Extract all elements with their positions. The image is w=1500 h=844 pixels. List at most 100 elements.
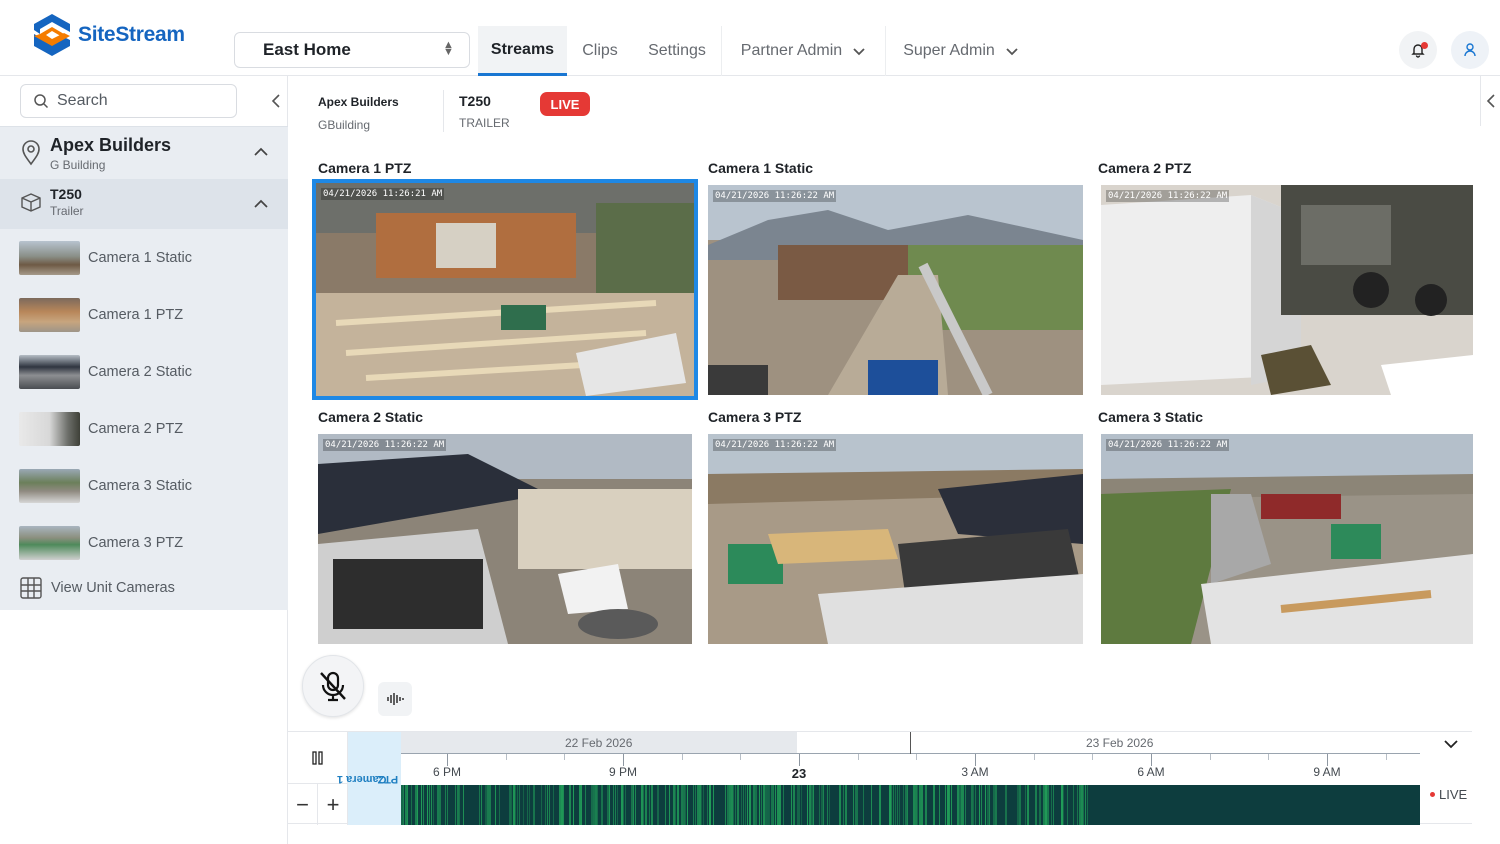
timeline-activity-stripe bbox=[1005, 785, 1007, 825]
tree-unit-sub: Trailer bbox=[50, 204, 84, 218]
chevron-up-icon[interactable] bbox=[253, 147, 269, 157]
zoom-in-button[interactable]: + bbox=[318, 784, 348, 825]
timeline-activity-stripe bbox=[975, 785, 976, 825]
timeline-activity-stripe bbox=[685, 785, 686, 825]
search-input[interactable]: Search bbox=[20, 84, 237, 118]
camera-tile-title: Camera 2 Static bbox=[318, 409, 424, 425]
mute-microphone-button[interactable] bbox=[302, 655, 364, 717]
tree-site-sub: G Building bbox=[50, 158, 106, 172]
timeline-activity-stripe bbox=[709, 785, 711, 825]
camera-timestamp: 04/21/2026 11:26:21 AM bbox=[321, 188, 445, 200]
timeline-activity-stripe bbox=[677, 785, 679, 825]
timeline-activity-stripe bbox=[1019, 785, 1021, 825]
camera-tile-camera-3-ptz[interactable]: 04/21/2026 11:26:22 AM bbox=[708, 434, 1083, 644]
camera-tile-title: Camera 2 PTZ bbox=[1098, 160, 1192, 176]
timeline-activity-stripe bbox=[549, 785, 550, 825]
search-icon bbox=[34, 94, 49, 109]
zoom-out-button[interactable]: − bbox=[288, 784, 318, 825]
timeline-tick bbox=[1268, 754, 1269, 760]
camera-thumbnail bbox=[19, 525, 80, 560]
tree-unit-name: T250 bbox=[50, 186, 82, 202]
timeline-activity-stripe bbox=[569, 785, 571, 825]
camera-thumbnail bbox=[19, 411, 80, 446]
tree-unit-t250[interactable]: T250 Trailer bbox=[0, 179, 288, 229]
camera-tile-camera-1-static[interactable]: 04/21/2026 11:26:22 AM bbox=[708, 185, 1083, 395]
timeline-activity-stripe bbox=[945, 785, 946, 825]
timeline-live-indicator[interactable]: LIVE bbox=[1430, 787, 1467, 802]
camera-feed bbox=[1101, 185, 1473, 395]
view-unit-cameras-link[interactable]: View Unit Cameras bbox=[0, 571, 288, 604]
sidebar-camera-item[interactable]: Camera 1 PTZ bbox=[0, 286, 288, 343]
tree-site-apex-builders[interactable]: Apex Builders G Building bbox=[0, 126, 288, 179]
tab-streams[interactable]: Streams bbox=[478, 26, 567, 76]
timeline-tick bbox=[564, 754, 565, 760]
timeline-recording-bar[interactable] bbox=[401, 785, 1420, 825]
notification-dot bbox=[1421, 42, 1428, 49]
camera-tile-camera-2-ptz[interactable]: 04/21/2026 11:26:22 AM bbox=[1101, 185, 1473, 395]
collapse-right-panel-button[interactable] bbox=[1480, 76, 1500, 126]
tab-clips[interactable]: Clips bbox=[567, 26, 633, 76]
timeline-activity-stripe bbox=[509, 785, 511, 825]
timeline-activity-stripe bbox=[871, 785, 872, 825]
camera-tile-camera-1-ptz[interactable]: 04/21/2026 11:26:21 AM bbox=[312, 179, 698, 400]
tab-partner-admin[interactable]: Partner Admin bbox=[722, 26, 885, 76]
timeline-activity-stripe bbox=[819, 785, 820, 825]
timeline-activity-stripe bbox=[735, 785, 736, 825]
timeline-activity-stripe bbox=[581, 785, 582, 825]
timeline-activity-stripe bbox=[697, 785, 699, 825]
timeline-activity-stripe bbox=[563, 785, 564, 825]
timeline-tick bbox=[916, 754, 917, 760]
sidebar-camera-item[interactable]: Camera 3 Static bbox=[0, 457, 288, 514]
timeline-activity-stripe bbox=[899, 785, 900, 825]
camera-tile-camera-3-static[interactable]: 04/21/2026 11:26:22 AM bbox=[1101, 434, 1473, 644]
timeline-day-marker bbox=[910, 732, 911, 754]
timeline-activity-stripe bbox=[759, 785, 760, 825]
timeline-activity-stripe bbox=[741, 785, 742, 825]
info-unit-name: T250 bbox=[459, 93, 491, 109]
timeline-tick bbox=[858, 754, 859, 760]
timeline-activity-stripe bbox=[771, 785, 773, 825]
timeline-activity-stripe bbox=[669, 785, 670, 825]
timeline-activity-stripe bbox=[597, 785, 598, 825]
camera-timestamp: 04/21/2026 11:26:22 AM bbox=[323, 439, 447, 451]
tab-super-admin[interactable]: Super Admin bbox=[886, 26, 1036, 76]
sidebar-camera-label: Camera 1 Static bbox=[88, 249, 192, 266]
collapse-sidebar-button[interactable] bbox=[266, 88, 286, 114]
timeline-live-label: LIVE bbox=[1439, 787, 1468, 802]
mic-off-icon bbox=[320, 671, 346, 702]
timeline-activity-stripe bbox=[913, 785, 915, 825]
sidebar-camera-item[interactable]: Camera 2 Static bbox=[0, 343, 288, 400]
timeline-activity-stripe bbox=[683, 785, 685, 825]
timeline-activity-stripe bbox=[633, 785, 634, 825]
audio-wave-button[interactable] bbox=[378, 682, 412, 716]
chevron-up-icon[interactable] bbox=[253, 199, 269, 209]
sidebar-camera-item[interactable]: Camera 3 PTZ bbox=[0, 514, 288, 571]
notifications-button[interactable] bbox=[1399, 31, 1437, 69]
timeline: − + Camera 1 PTZ 22 Feb 2026 23 Feb 2026 … bbox=[288, 731, 1472, 825]
timeline-activity-stripe bbox=[823, 785, 824, 825]
timeline-activity-stripe bbox=[919, 785, 921, 825]
timeline-activity-stripe bbox=[649, 785, 650, 825]
timeline-tick bbox=[740, 754, 741, 760]
timeline-activity-stripe bbox=[737, 785, 739, 825]
site-selector[interactable]: East Home ▲ ▼ bbox=[234, 32, 470, 68]
expand-timeline-button[interactable] bbox=[1436, 734, 1466, 754]
app-logo[interactable]: SiteStream bbox=[30, 12, 200, 58]
timeline-activity-stripe bbox=[527, 785, 528, 825]
timeline-activity-stripe bbox=[541, 785, 542, 825]
timeline-activity-stripe bbox=[779, 785, 781, 825]
tab-settings[interactable]: Settings bbox=[633, 26, 721, 76]
user-menu-button[interactable] bbox=[1451, 31, 1489, 69]
camera-tile-camera-2-static[interactable]: 04/21/2026 11:26:22 AM bbox=[318, 434, 692, 644]
tab-super-admin-label: Super Admin bbox=[903, 42, 995, 59]
timeline-activity-stripe bbox=[499, 785, 500, 825]
timeline-camera-label: Camera 1 PTZ bbox=[337, 732, 401, 825]
timeline-activity-stripe bbox=[635, 785, 636, 825]
timeline-activity-stripe bbox=[631, 785, 633, 825]
sidebar-camera-label: Camera 1 PTZ bbox=[88, 306, 184, 323]
sidebar-camera-item[interactable]: Camera 2 PTZ bbox=[0, 400, 288, 457]
timeline-activity-stripe bbox=[459, 785, 460, 825]
timeline-activity-stripe bbox=[1079, 785, 1081, 825]
sidebar-camera-item[interactable]: Camera 1 Static bbox=[0, 229, 288, 286]
camera-feed bbox=[708, 434, 1083, 644]
